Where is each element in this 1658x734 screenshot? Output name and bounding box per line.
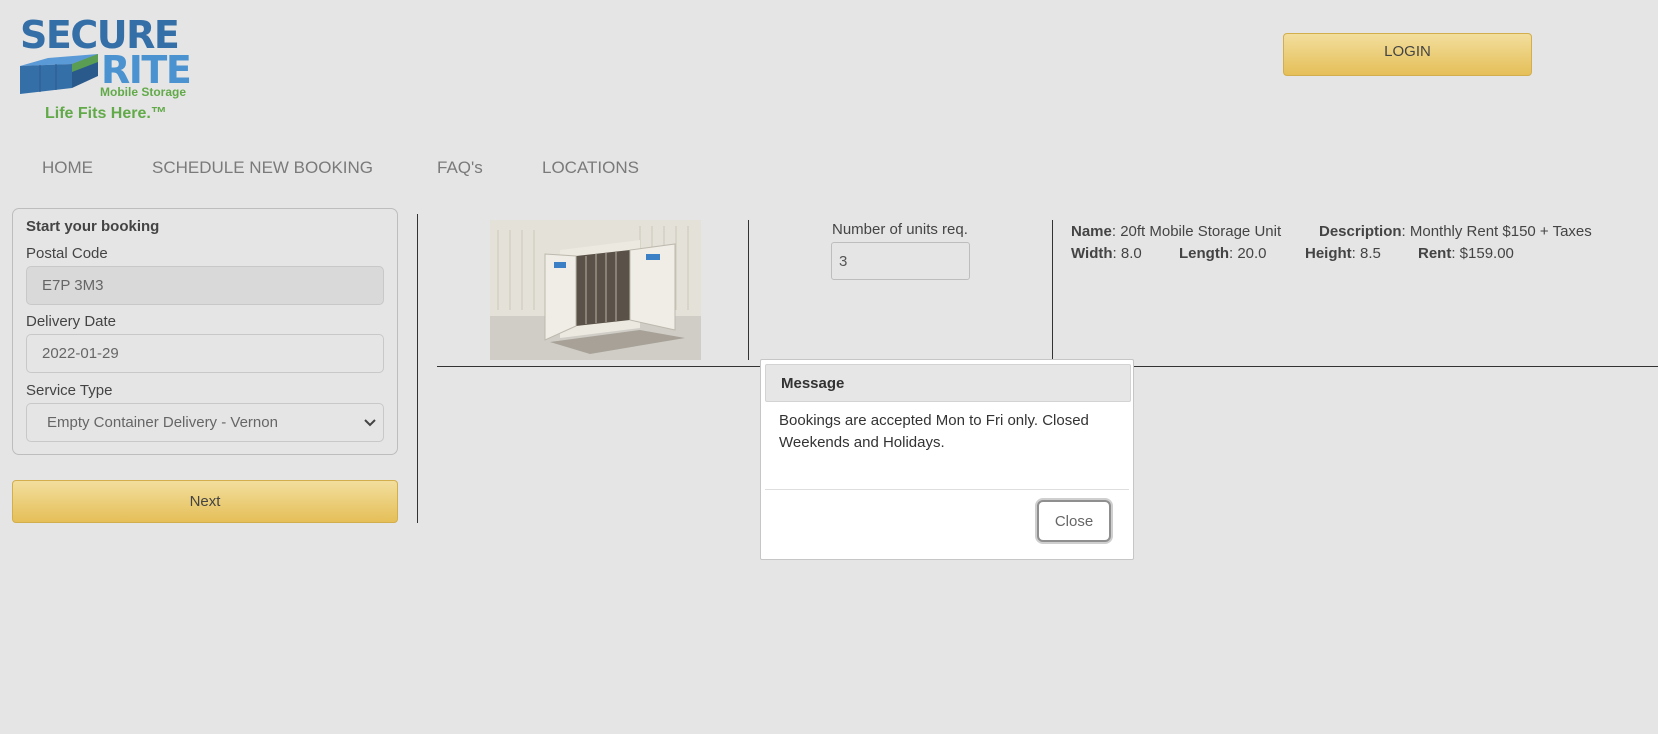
dialog-message: Bookings are accepted Mon to Fri only. C… — [779, 412, 1089, 451]
spec-name-key: Name — [1071, 223, 1112, 240]
units-label: Number of units req. — [832, 221, 968, 238]
spec-description-key: Description — [1319, 223, 1402, 240]
login-button[interactable]: LOGIN — [1283, 33, 1532, 76]
spec-description-value: : Monthly Rent $150 + Taxes — [1401, 223, 1592, 240]
spec-height-value: : 8.5 — [1351, 245, 1381, 262]
units-input[interactable]: 3 — [831, 242, 970, 280]
column-divider — [417, 214, 418, 523]
spec-rent-value: : $159.00 — [1451, 245, 1514, 262]
postal-code-value: E7P 3M3 — [42, 277, 104, 294]
delivery-date-field[interactable]: 2022-01-29 — [26, 334, 384, 373]
nav-item-schedule-new-booking[interactable]: SCHEDULE NEW BOOKING — [152, 158, 373, 178]
nav-item-faqs[interactable]: FAQ's — [437, 158, 483, 178]
spec-width-key: Width — [1071, 245, 1113, 262]
booking-form: Start your booking Postal Code E7P 3M3 D… — [12, 208, 398, 455]
logo-text-rite: RITE — [101, 48, 192, 92]
nav-item-locations[interactable]: LOCATIONS — [542, 158, 639, 178]
booking-form-title: Start your booking — [26, 218, 160, 235]
postal-code-field[interactable]: E7P 3M3 — [26, 266, 384, 305]
chevron-down-icon — [364, 419, 376, 427]
logo-tagline: Life Fits Here.™ — [45, 105, 167, 122]
column-divider — [748, 220, 749, 360]
delivery-date-value: 2022-01-29 — [42, 345, 119, 362]
nav-item-home[interactable]: HOME — [42, 158, 93, 178]
spec-width-value: : 8.0 — [1112, 245, 1142, 262]
spec-name-value: : 20ft Mobile Storage Unit — [1111, 223, 1282, 240]
secure-rite-logo: SECURE RITE Mobile Storage Life Fits Her… — [18, 16, 192, 130]
close-button[interactable]: Close — [1037, 500, 1111, 542]
logo-text-mobile-storage: Mobile Storage — [100, 85, 187, 99]
delivery-date-label: Delivery Date — [26, 313, 117, 330]
units-value: 3 — [839, 252, 848, 270]
dialog-divider — [765, 489, 1129, 490]
next-button[interactable]: Next — [12, 480, 398, 523]
service-type-value: Empty Container Delivery - Vernon — [47, 414, 278, 431]
spec-height-key: Height — [1305, 245, 1352, 262]
storage-unit-image — [490, 220, 701, 360]
postal-code-label: Postal Code — [26, 245, 108, 262]
message-dialog: Message Bookings are accepted Mon to Fri… — [760, 359, 1134, 560]
service-type-select[interactable]: Empty Container Delivery - Vernon — [26, 403, 384, 442]
column-divider — [1052, 220, 1053, 360]
spec-rent-key: Rent — [1418, 245, 1452, 262]
spec-length-value: : 20.0 — [1229, 245, 1267, 262]
service-type-label: Service Type — [26, 382, 113, 399]
spec-length-key: Length — [1179, 245, 1229, 262]
storage-container-icon — [20, 54, 98, 94]
dialog-title: Message — [765, 364, 1131, 402]
